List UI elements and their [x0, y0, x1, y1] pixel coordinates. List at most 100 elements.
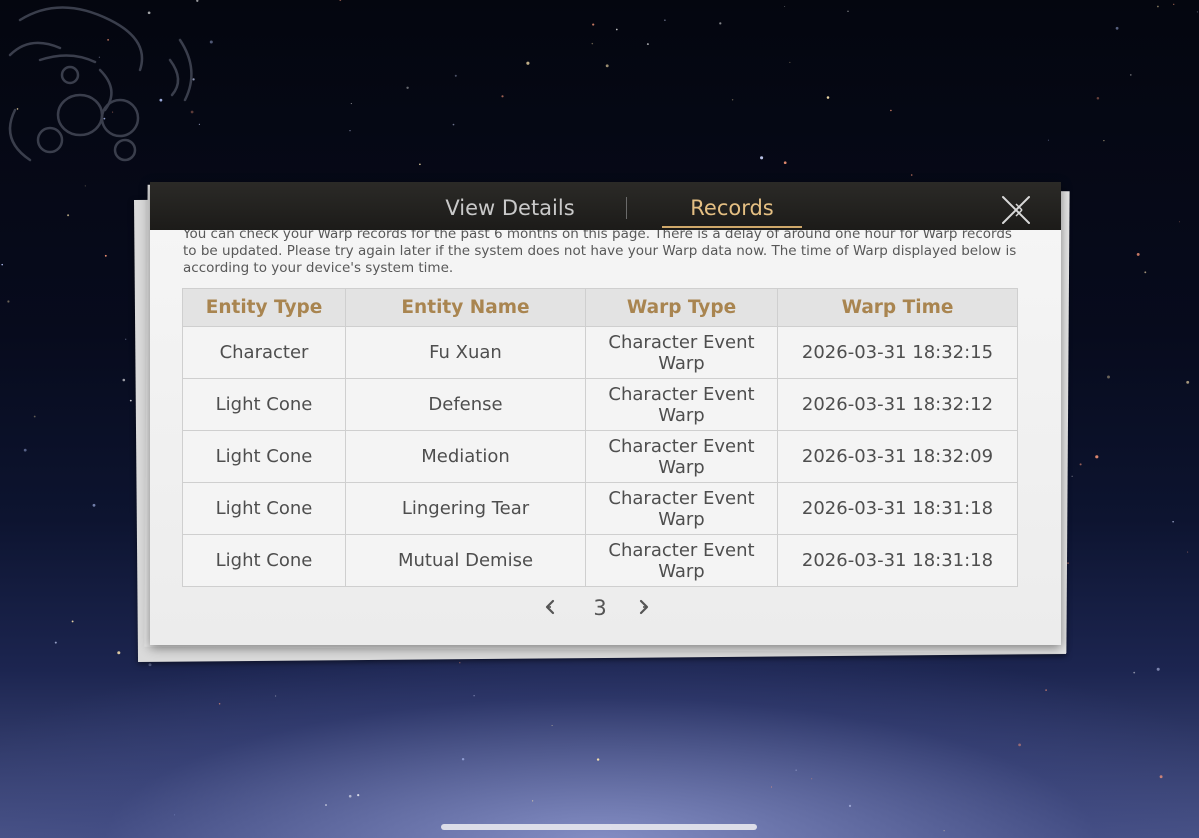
star-dot: [23, 448, 27, 452]
entity-type-cell: Light Cone: [182, 378, 346, 431]
warp-type-line1: Character Event: [608, 383, 755, 405]
warp-type-line2: Warp: [658, 560, 705, 582]
entity-name-cell: Defense: [345, 378, 586, 431]
star-dot: [419, 163, 421, 166]
close-icon[interactable]: [996, 190, 1036, 230]
warp-type-line2: Warp: [658, 404, 705, 426]
star-dot: [1107, 375, 1110, 379]
star-dot: [1178, 221, 1180, 223]
table-row: Light Cone Mutual Demise Character Event…: [182, 534, 1018, 587]
dialog-header: View Details Records: [150, 182, 1061, 230]
home-indicator[interactable]: [441, 824, 757, 830]
star-dot: [174, 814, 176, 816]
star-dot: [348, 794, 352, 798]
warp-type-cell: Character Event Warp: [585, 326, 778, 379]
star-dot: [1018, 743, 1021, 747]
star-dot: [1196, 11, 1198, 13]
star-dot: [784, 6, 786, 7]
star-dot: [1096, 97, 1100, 100]
warp-records-dialog: View Details Records You can check your …: [150, 182, 1061, 645]
entity-name-cell: Mutual Demise: [345, 534, 586, 587]
star-dot: [350, 103, 352, 105]
star-dot: [7, 300, 10, 303]
warp-time-cell: 2026-03-31 18:32:09: [777, 430, 1018, 483]
pagination: 3: [530, 593, 670, 623]
warp-type-line2: Warp: [658, 508, 705, 530]
star-dot: [357, 793, 360, 797]
star-dot: [731, 99, 734, 101]
active-tab-indicator: [662, 226, 802, 228]
star-dot: [890, 109, 892, 112]
warp-time-cell: 2026-03-31 18:31:18: [777, 534, 1018, 587]
entity-type-cell: Light Cone: [182, 430, 346, 483]
star-dot: [501, 95, 504, 98]
table-row: Character Fu Xuan Character Event Warp 20…: [182, 326, 1018, 379]
entity-type-cell: Light Cone: [182, 482, 346, 535]
warp-type-cell: Character Event Warp: [585, 378, 778, 431]
star-dot: [406, 86, 409, 90]
chevron-right-icon[interactable]: [634, 597, 654, 617]
star-dot: [71, 620, 74, 623]
star-dot: [810, 778, 813, 780]
star-dot: [104, 254, 107, 257]
column-header-warp-time: Warp Time: [777, 288, 1018, 327]
star-dot: [591, 42, 594, 45]
star-dot: [1186, 380, 1190, 384]
star-dot: [125, 338, 127, 340]
warp-type-line1: Character Event: [608, 435, 755, 457]
star-dot: [122, 378, 126, 382]
star-dot: [1, 263, 3, 266]
star-dot: [1129, 74, 1132, 76]
star-dot: [719, 22, 722, 25]
star-dot: [92, 503, 96, 507]
warp-time-cell: 2026-03-31 18:31:18: [777, 482, 1018, 535]
star-dot: [910, 174, 913, 176]
star-dot: [1157, 5, 1159, 8]
star-dot: [452, 123, 455, 126]
chevron-left-icon[interactable]: [540, 597, 560, 617]
star-dot: [275, 695, 277, 697]
star-dot: [592, 23, 595, 26]
star-dot: [1144, 271, 1147, 274]
warp-type-line1: Character Event: [608, 487, 755, 509]
star-dot: [1136, 252, 1140, 256]
star-dot: [596, 758, 600, 761]
star-dot: [473, 695, 475, 697]
star-dot: [1172, 521, 1174, 523]
entity-name-cell: Fu Xuan: [345, 326, 586, 379]
star-dot: [325, 804, 327, 806]
star-dot: [789, 61, 791, 63]
warp-type-cell: Character Event Warp: [585, 430, 778, 483]
star-dot: [847, 10, 849, 12]
star-dot: [531, 800, 534, 802]
star-dot: [526, 61, 530, 65]
star-dot: [129, 399, 132, 402]
star-dot: [551, 724, 553, 727]
warp-type-line2: Warp: [658, 456, 705, 478]
warp-type-line2: Warp: [658, 352, 705, 374]
entity-name-cell: Mediation: [345, 430, 586, 483]
table-header-row: Entity Type Entity Name Warp Type Warp T…: [182, 288, 1018, 327]
warp-time-cell: 2026-03-31 18:32:12: [777, 378, 1018, 431]
tab-view-details[interactable]: View Details: [410, 182, 610, 230]
star-dot: [664, 19, 666, 21]
star-dot: [148, 663, 152, 667]
star-dot: [1156, 667, 1160, 671]
entity-name-cell: Lingering Tear: [345, 482, 586, 535]
star-dot: [760, 156, 764, 160]
star-dot: [1133, 671, 1136, 674]
warp-time-cell: 2026-03-31 18:32:15: [777, 326, 1018, 379]
star-dot: [646, 43, 649, 46]
star-dot: [1071, 475, 1073, 477]
tab-records[interactable]: Records: [662, 182, 802, 230]
star-dot: [339, 0, 342, 1]
star-dot: [67, 214, 70, 217]
entity-type-cell: Character: [182, 326, 346, 379]
star-dot: [461, 757, 465, 761]
warp-type-line1: Character Event: [608, 539, 755, 561]
table-row: Light Cone Defense Character Event Warp 2…: [182, 378, 1018, 431]
star-dot: [1103, 139, 1105, 142]
star-dot: [454, 74, 457, 77]
star-dot: [117, 651, 121, 655]
star-dot: [1115, 26, 1119, 30]
